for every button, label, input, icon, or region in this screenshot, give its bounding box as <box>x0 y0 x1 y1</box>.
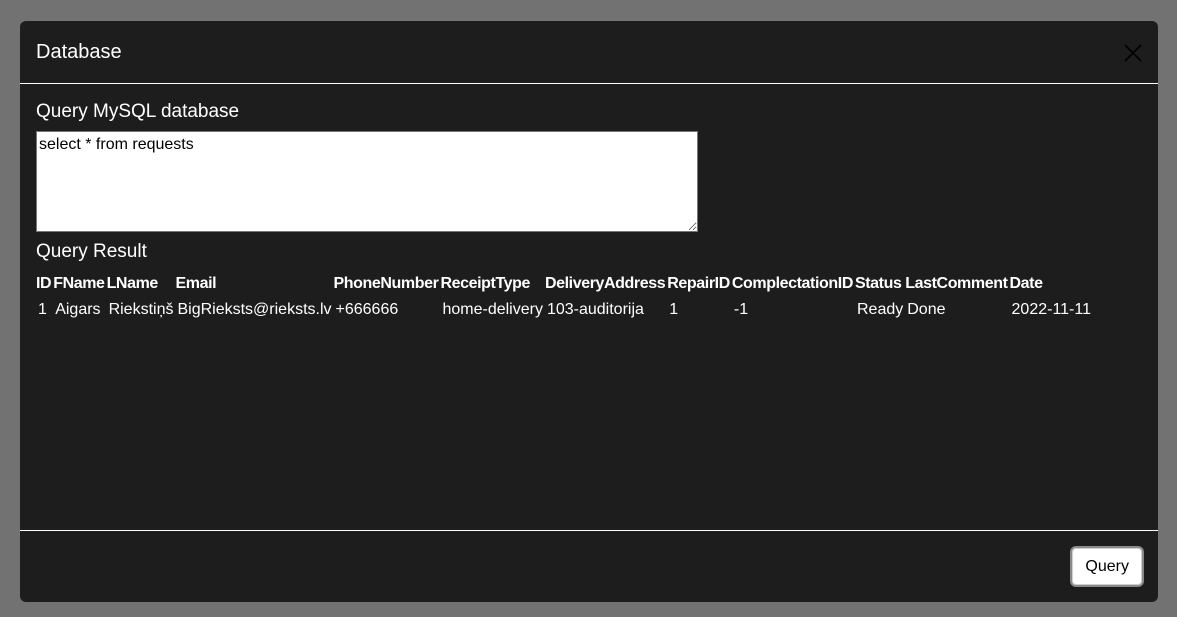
column-header: DeliveryAddress <box>544 275 666 292</box>
table-cell: BigRieksts@rieksts.lv <box>177 301 332 318</box>
modal-footer: Query <box>20 531 1158 602</box>
database-modal: Database Query MySQL database select * f… <box>20 21 1158 602</box>
table-cell: home-delivery <box>442 301 543 318</box>
column-header: PhoneNumber <box>333 275 439 292</box>
column-header: LastComment <box>905 275 1008 292</box>
table-cell: 1 <box>38 301 47 318</box>
query-input[interactable]: select * from requests <box>36 131 698 232</box>
column-header: Status <box>854 275 902 292</box>
table-cell: 103-auditorija <box>546 301 644 318</box>
modal-title: Database <box>36 41 122 63</box>
column-header: ComplectationID <box>731 275 854 292</box>
query-result-table: ID FName LName Email PhoneNumber Receipt… <box>35 271 1092 323</box>
column-header: FName <box>53 275 105 292</box>
table-cell: 2022-11-11 <box>1011 301 1091 318</box>
query-button[interactable]: Query <box>1070 546 1144 587</box>
column-header: Date <box>1009 275 1043 292</box>
header-divider <box>20 83 1158 84</box>
table-cell: 1 <box>669 301 679 318</box>
close-icon <box>1124 44 1142 62</box>
table-cell: Done <box>907 301 946 318</box>
column-header: ID <box>36 275 52 292</box>
query-result-label: Query Result <box>36 241 147 262</box>
modal-header: Database <box>20 21 1158 83</box>
table-cell: Riekstiņš <box>108 301 174 318</box>
table-cell: Ready <box>856 301 904 318</box>
column-header: Email <box>175 275 217 292</box>
column-header: LName <box>106 275 159 292</box>
close-button[interactable] <box>1122 42 1144 64</box>
table-row: 1 Aigars Riekstiņš BigRieksts@rieksts.lv… <box>35 297 1092 323</box>
table-cell: +666666 <box>335 301 399 318</box>
query-label: Query MySQL database <box>36 101 240 122</box>
column-header: RepairID <box>667 275 730 292</box>
table-header-row: ID FName LName Email PhoneNumber Receipt… <box>35 271 1092 297</box>
table-cell: -1 <box>733 301 749 318</box>
table-cell: Aigars <box>55 301 101 318</box>
column-header: ReceiptType <box>440 275 531 292</box>
